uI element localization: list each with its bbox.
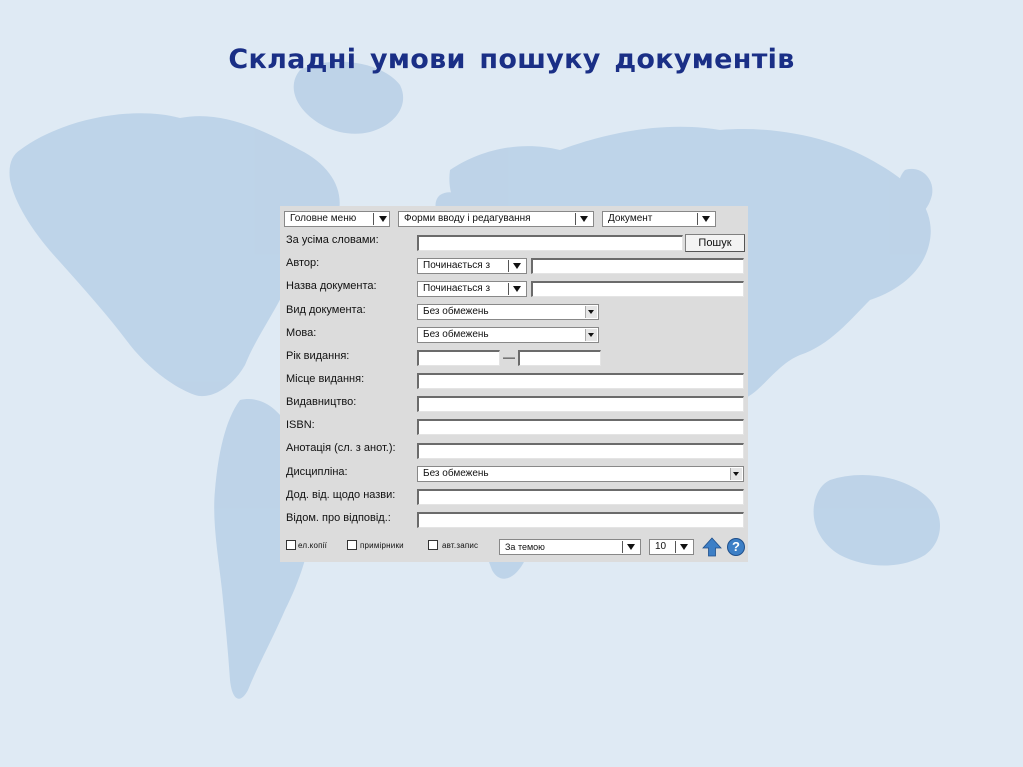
year-to-input[interactable] [518,350,601,366]
all-words-input[interactable] [417,235,683,251]
chevron-down-icon [702,216,710,222]
input-forms-label: Форми вводу і редагування [404,213,531,224]
discipline-label: Дисципліна: [286,466,348,478]
doc-type-label: Вид документа: [286,304,366,316]
chevron-down-icon [379,216,387,222]
chevron-down-icon [733,472,739,476]
chevron-down-icon [513,263,521,269]
autorecord-checkbox[interactable] [428,540,438,550]
count-dropdown[interactable]: 10 [649,539,694,555]
language-label: Мова: [286,327,317,339]
examples-label: примірники [360,541,404,550]
year-range-dash: — [503,350,515,364]
author-mode-dropdown[interactable]: Починається з [417,258,527,274]
title-mode-dropdown[interactable]: Починається з [417,281,527,297]
discipline-select[interactable]: Без обмежень [417,466,744,482]
place-input[interactable] [417,373,744,389]
chevron-down-icon [580,216,588,222]
language-value: Без обмежень [423,329,489,340]
author-input[interactable] [531,258,744,274]
sort-dropdown[interactable]: За темою [499,539,641,555]
year-from-input[interactable] [417,350,500,366]
author-mode-value: Починається з [423,260,491,271]
title-mode-value: Починається з [423,283,491,294]
chevron-down-icon [513,286,521,292]
sort-value: За темою [505,542,545,552]
title-extra-input[interactable] [417,489,744,505]
isbn-input[interactable] [417,419,744,435]
doc-type-select[interactable]: Без обмежень [417,304,599,320]
main-menu-dropdown[interactable]: Головне меню [284,211,390,227]
publisher-input[interactable] [417,396,744,412]
annotation-label: Анотація (сл. з анот.): [286,442,396,454]
year-label: Рік видання: [286,350,350,362]
language-select[interactable]: Без обмежень [417,327,599,343]
title-input[interactable] [531,281,744,297]
annotation-input[interactable] [417,443,744,459]
chevron-down-icon [680,544,688,550]
place-label: Місце видання: [286,373,365,385]
count-value: 10 [655,541,667,552]
examples-checkbox[interactable] [347,540,357,550]
isbn-label: ISBN: [286,419,315,431]
all-words-label: За усіма словами: [286,234,379,246]
title-label: Назва документа: [286,280,377,292]
doc-type-value: Без обмежень [423,306,489,317]
arrow-up-icon[interactable] [702,537,722,557]
main-menu-label: Головне меню [290,213,357,224]
search-button[interactable]: Пошук [685,234,745,252]
document-dropdown[interactable]: Документ [602,211,716,227]
publisher-label: Видавництво: [286,396,357,408]
ecopies-checkbox[interactable] [286,540,296,550]
slide-title: Складні умови пошуку документів [228,44,795,75]
responsibility-label: Відом. про відповід.: [286,512,391,524]
title-extra-label: Дод. від. щодо назви: [286,489,396,501]
help-icon[interactable]: ? [727,538,745,556]
ecopies-label: ел.копії [298,541,328,550]
chevron-down-icon [627,544,635,550]
chevron-down-icon [588,333,594,337]
discipline-value: Без обмежень [423,468,489,479]
autorecord-label: авт.запис [442,541,479,550]
input-forms-dropdown[interactable]: Форми вводу і редагування [398,211,594,227]
chevron-down-icon [588,310,594,314]
document-label: Документ [608,213,653,224]
author-label: Автор: [286,257,320,269]
search-form: Головне меню Форми вводу і редагування Д… [280,206,748,562]
responsibility-input[interactable] [417,512,744,528]
